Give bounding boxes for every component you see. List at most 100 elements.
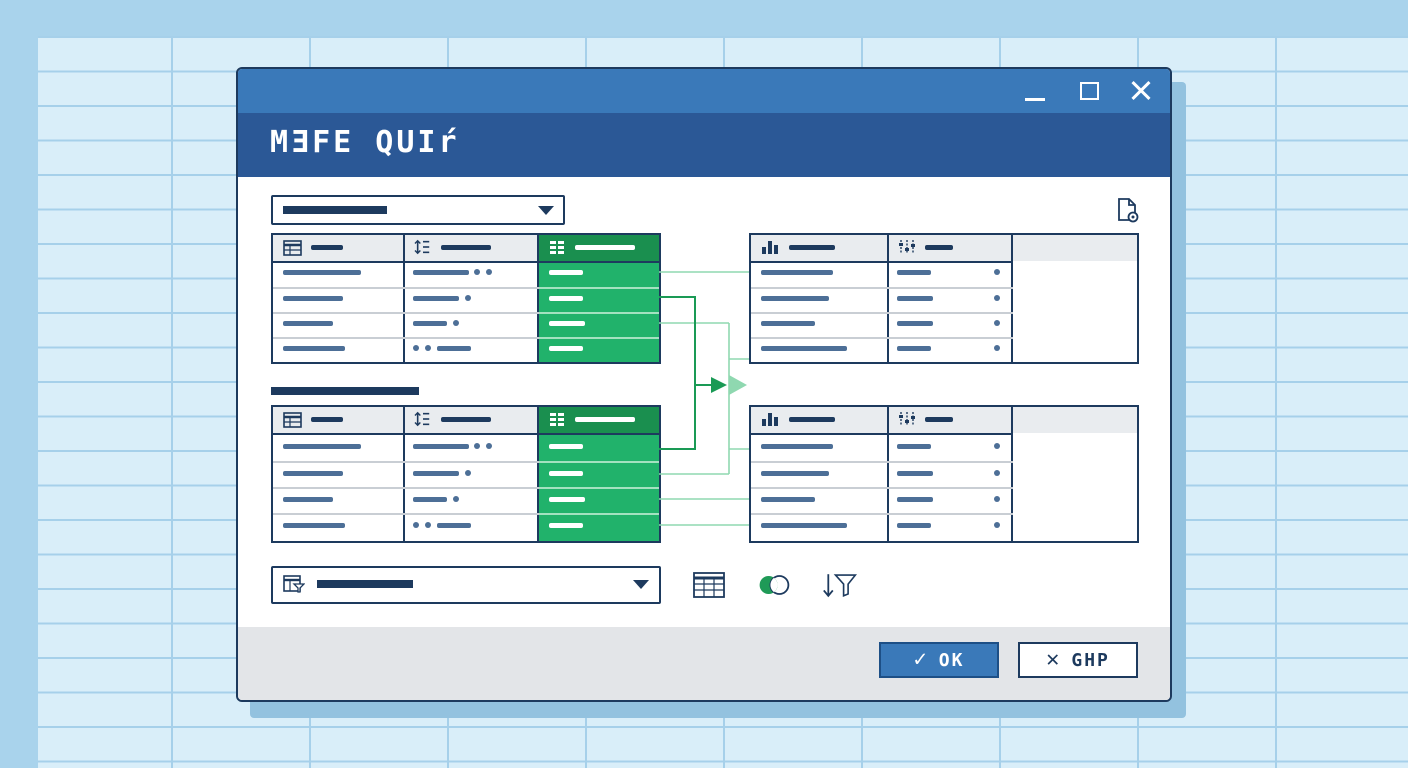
- cell-value: [897, 321, 933, 326]
- join-kind-dropdown[interactable]: [271, 566, 661, 604]
- sliders-icon: [899, 412, 915, 426]
- cell-dot: [425, 522, 431, 528]
- cancel-button[interactable]: ✕ GHP: [1018, 642, 1138, 678]
- source-table-dropdown[interactable]: [271, 195, 565, 225]
- column-divider: [403, 407, 405, 541]
- cell-value: [761, 346, 847, 351]
- cell-dot: [994, 443, 1000, 449]
- section-label-placeholder: [271, 387, 419, 395]
- row-divider: [273, 337, 539, 339]
- cell-value: [549, 523, 583, 528]
- column-divider: [1011, 407, 1013, 541]
- dialog-footer: ✓ OK ✕ GHP: [238, 627, 1170, 700]
- row-divider: [273, 287, 539, 289]
- header-label: [575, 245, 635, 250]
- cell-dot: [474, 443, 480, 449]
- row-divider: [273, 487, 539, 489]
- x-icon: ✕: [1046, 647, 1062, 672]
- maximize-icon[interactable]: [1074, 77, 1104, 105]
- cell-value: [549, 471, 583, 476]
- header-label: [441, 245, 491, 250]
- cell-value: [761, 523, 847, 528]
- table-grid-icon[interactable]: [691, 570, 727, 600]
- cancel-button-label: GHP: [1071, 649, 1110, 671]
- cell-value: [283, 497, 333, 502]
- cell-value: [897, 296, 933, 301]
- table-filter-icon: [283, 575, 305, 593]
- cell-dot: [994, 496, 1000, 502]
- close-icon[interactable]: [1126, 77, 1156, 105]
- merge-arrow-icon: [711, 377, 727, 393]
- cell-value: [283, 296, 343, 301]
- header-label: [789, 245, 835, 250]
- cell-value: [549, 296, 583, 301]
- cell-dot: [465, 295, 471, 301]
- grid-icon: [550, 413, 564, 426]
- row-divider: [273, 513, 539, 515]
- cell-value: [437, 346, 471, 351]
- column-divider: [537, 407, 539, 541]
- ok-button[interactable]: ✓ OK: [879, 642, 999, 678]
- row-divider: [539, 312, 659, 314]
- cell-value: [283, 346, 345, 351]
- cell-value: [761, 321, 815, 326]
- file-settings-icon[interactable]: [1116, 197, 1140, 223]
- cell-dot: [994, 522, 1000, 528]
- cell-value: [897, 346, 931, 351]
- cell-value: [761, 270, 833, 275]
- dialog-header: MƎFE QUIŕ: [238, 113, 1170, 177]
- left-bottom-table: [271, 405, 661, 543]
- cell-value: [413, 497, 447, 502]
- cell-dot: [474, 269, 480, 275]
- cell-value: [413, 471, 459, 476]
- left-top-table: [271, 233, 661, 364]
- row-divider: [751, 287, 1013, 289]
- header-label: [311, 245, 343, 250]
- cell-value: [761, 497, 815, 502]
- row-divider: [539, 461, 659, 463]
- cell-dot: [994, 345, 1000, 351]
- right-top-table: [749, 233, 1139, 364]
- title-bar: [238, 69, 1170, 113]
- cell-dot: [994, 269, 1000, 275]
- row-divider: [751, 487, 1013, 489]
- row-divider: [539, 337, 659, 339]
- header-label: [925, 417, 953, 422]
- row-divider: [751, 461, 1013, 463]
- row-divider: [539, 287, 659, 289]
- row-divider: [273, 312, 539, 314]
- venn-merge-icon[interactable]: [756, 570, 792, 600]
- row-divider: [751, 312, 1013, 314]
- cell-value: [413, 444, 469, 449]
- header-divider: [751, 433, 1013, 435]
- sort-filter-icon[interactable]: [822, 570, 858, 600]
- minimize-icon[interactable]: [1020, 77, 1050, 105]
- row-divider: [539, 487, 659, 489]
- sliders-icon: [899, 240, 915, 254]
- cell-value: [549, 346, 583, 351]
- merge-query-dialog: MƎFE QUIŕ ✓ OK ✕ GHP: [236, 67, 1172, 702]
- cell-value: [283, 523, 345, 528]
- check-icon: ✓: [913, 647, 929, 672]
- row-divider: [751, 513, 1013, 515]
- cell-value: [413, 296, 459, 301]
- row-divider: [539, 513, 659, 515]
- right-bottom-table: [749, 405, 1139, 543]
- sort-icon: [414, 411, 430, 427]
- cell-value: [283, 471, 343, 476]
- table-icon: [283, 412, 302, 428]
- chevron-down-icon: [633, 580, 649, 589]
- cell-dot: [453, 496, 459, 502]
- bar-chart-icon: [762, 241, 778, 254]
- row-divider: [751, 337, 1013, 339]
- sort-icon: [414, 239, 430, 255]
- dialog-title: MƎFE QUIŕ: [270, 125, 460, 160]
- cell-value: [897, 523, 931, 528]
- cell-value: [897, 471, 933, 476]
- cell-dot: [425, 345, 431, 351]
- header-label: [311, 417, 343, 422]
- cell-value: [283, 270, 361, 275]
- bar-chart-icon: [762, 413, 778, 426]
- column-divider: [1011, 235, 1013, 362]
- cell-value: [761, 444, 833, 449]
